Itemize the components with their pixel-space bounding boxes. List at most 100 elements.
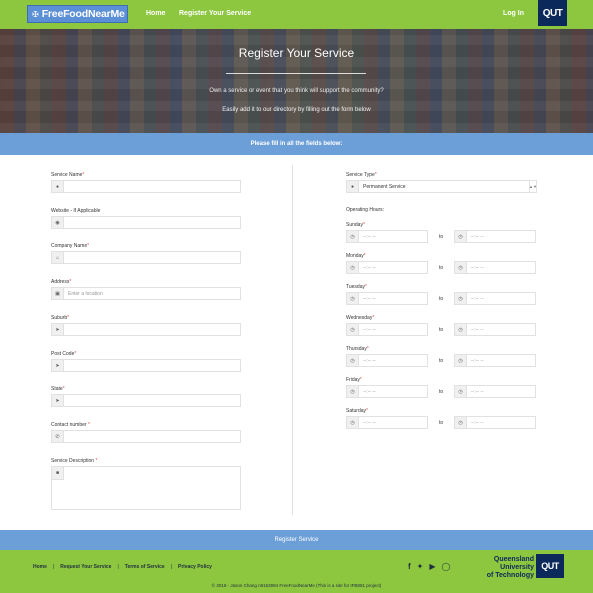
website-field[interactable]: ◉ — [51, 216, 241, 229]
instagram-icon[interactable]: ◯ — [442, 562, 451, 571]
time-close-sunday[interactable]: ◷ --:-- -- — [454, 230, 536, 243]
address-placeholder: Enter a location — [68, 290, 103, 297]
to-label: to — [439, 265, 444, 271]
to-label: to — [439, 420, 444, 426]
post-code-field[interactable]: ➤ — [51, 359, 241, 372]
footer-terms-link[interactable]: Terms of Service — [125, 564, 165, 570]
website-label: Website - If Applicable — [51, 208, 101, 214]
service-description-label: Service Description * — [51, 458, 98, 464]
time-close-thursday[interactable]: ◷ --:-- -- — [454, 354, 536, 367]
time-open-thursday[interactable]: ◷ --:-- -- — [346, 354, 428, 367]
contact-number-field[interactable]: ✆ — [51, 430, 241, 443]
time-open-saturday[interactable]: ◷ --:-- -- — [346, 416, 428, 429]
footer-request-link[interactable]: Request Your Service — [60, 564, 111, 570]
operating-hours-label: Operating Hours: — [346, 207, 385, 213]
service-name-field[interactable]: ● — [51, 180, 241, 193]
footer-separator: | — [170, 564, 173, 570]
location-arrow-icon: ➤ — [52, 324, 64, 335]
hero-banner: Register Your Service Own a service or e… — [0, 29, 593, 133]
suburb-label: Suburb* — [51, 315, 70, 321]
to-label: to — [439, 327, 444, 333]
to-label: to — [439, 389, 444, 395]
clock-icon: ◷ — [347, 293, 359, 304]
time-close-friday[interactable]: ◷ --:-- -- — [454, 385, 536, 398]
clock-icon: ◷ — [455, 231, 467, 242]
user-icon: ● — [347, 181, 359, 192]
state-field[interactable]: ➤ — [51, 394, 241, 407]
location-arrow-icon: ➤ — [52, 360, 64, 371]
login-link[interactable]: Log In — [503, 10, 524, 17]
time-close-wednesday[interactable]: ◷ --:-- -- — [454, 323, 536, 336]
nav-home-link[interactable]: Home — [146, 10, 165, 17]
clock-icon: ◷ — [347, 262, 359, 273]
footer-home-link[interactable]: Home — [33, 564, 47, 570]
footer-separator: | — [117, 564, 119, 570]
globe-icon: ◉ — [52, 217, 64, 228]
clock-icon: ◷ — [347, 417, 359, 428]
service-type-select[interactable]: ● Permanent Service ▲▼ — [346, 180, 537, 193]
company-name-label: Company Name* — [51, 243, 90, 249]
clock-icon: ◷ — [455, 355, 467, 366]
brand-name: FreeFoodNearMe — [41, 8, 125, 20]
clock-icon: ◷ — [455, 324, 467, 335]
clock-icon: ◷ — [347, 386, 359, 397]
to-label: to — [439, 358, 444, 364]
time-open-friday[interactable]: ◷ --:-- -- — [346, 385, 428, 398]
service-type-label: Service Type* — [346, 172, 377, 178]
title-underline — [226, 73, 366, 74]
contact-number-label: Contact number * — [51, 422, 90, 428]
navbar: ✠ FreeFoodNearMe Home Register Your Serv… — [0, 0, 593, 29]
phone-icon: ✆ — [52, 431, 64, 442]
clock-icon: ◷ — [455, 417, 467, 428]
footer: Home | Request Your Service | Terms of S… — [0, 550, 593, 593]
time-open-sunday[interactable]: ◷ --:-- -- — [346, 230, 428, 243]
social-links: f ✦ ▶ ◯ — [408, 562, 450, 571]
clock-icon: ◷ — [347, 231, 359, 242]
day-label-friday: Friday* — [346, 377, 362, 383]
clock-icon: ◷ — [455, 262, 467, 273]
day-label-monday: Monday* — [346, 253, 366, 259]
home-icon: ⌂ — [52, 252, 64, 263]
instruction-banner: Please fill in all the fields below: — [0, 133, 593, 155]
day-label-saturday: Saturday* — [346, 408, 368, 414]
time-close-monday[interactable]: ◷ --:-- -- — [454, 261, 536, 274]
to-label: to — [439, 296, 444, 302]
facebook-icon[interactable]: f — [408, 562, 411, 571]
time-close-tuesday[interactable]: ◷ --:-- -- — [454, 292, 536, 305]
calendar-icon: ▣ — [52, 288, 64, 299]
copyright-text: © 2018 - Jason Chang n9163994 FreeFoodNe… — [211, 583, 382, 588]
footer-links: Home | Request Your Service | Terms of S… — [33, 564, 212, 570]
post-code-label: Post Code* — [51, 351, 77, 357]
time-open-wednesday[interactable]: ◷ --:-- -- — [346, 323, 428, 336]
chevron-down-icon: ▲▼ — [529, 181, 537, 192]
time-open-tuesday[interactable]: ◷ --:-- -- — [346, 292, 428, 305]
address-field[interactable]: ▣ Enter a location — [51, 287, 241, 300]
register-service-button[interactable]: Register Service — [0, 530, 593, 550]
comment-icon: ■ — [52, 467, 64, 480]
nav-register-link[interactable]: Register Your Service — [179, 10, 251, 17]
qut-footer-logo: QUT — [536, 554, 564, 578]
time-open-monday[interactable]: ◷ --:-- -- — [346, 261, 428, 274]
address-label: Address* — [51, 279, 72, 285]
footer-privacy-link[interactable]: Privacy Policy — [178, 564, 212, 570]
clock-icon: ◷ — [347, 355, 359, 366]
day-label-wednesday: Wednesday* — [346, 315, 375, 321]
twitter-icon[interactable]: ✦ — [417, 562, 424, 571]
location-arrow-icon: ➤ — [52, 395, 64, 406]
time-close-saturday[interactable]: ◷ --:-- -- — [454, 416, 536, 429]
day-label-tuesday: Tuesday* — [346, 284, 367, 290]
day-label-thursday: Thursday* — [346, 346, 369, 352]
qut-wordmark: Queensland University of Technology — [486, 556, 534, 579]
to-label: to — [439, 234, 444, 240]
clock-icon: ◷ — [455, 293, 467, 304]
youtube-icon[interactable]: ▶ — [429, 562, 435, 571]
brand-logo[interactable]: ✠ FreeFoodNearMe — [27, 5, 128, 23]
hero-subtitle-2: Easily add it to our directory by fillin… — [222, 107, 371, 113]
state-label: State* — [51, 386, 65, 392]
company-name-field[interactable]: ⌂ — [51, 251, 241, 264]
clock-icon: ◷ — [455, 386, 467, 397]
column-divider — [292, 165, 293, 515]
service-description-textarea[interactable]: ■ — [51, 466, 241, 510]
suburb-field[interactable]: ➤ — [51, 323, 241, 336]
hero-subtitle-1: Own a service or event that you think wi… — [209, 88, 384, 94]
